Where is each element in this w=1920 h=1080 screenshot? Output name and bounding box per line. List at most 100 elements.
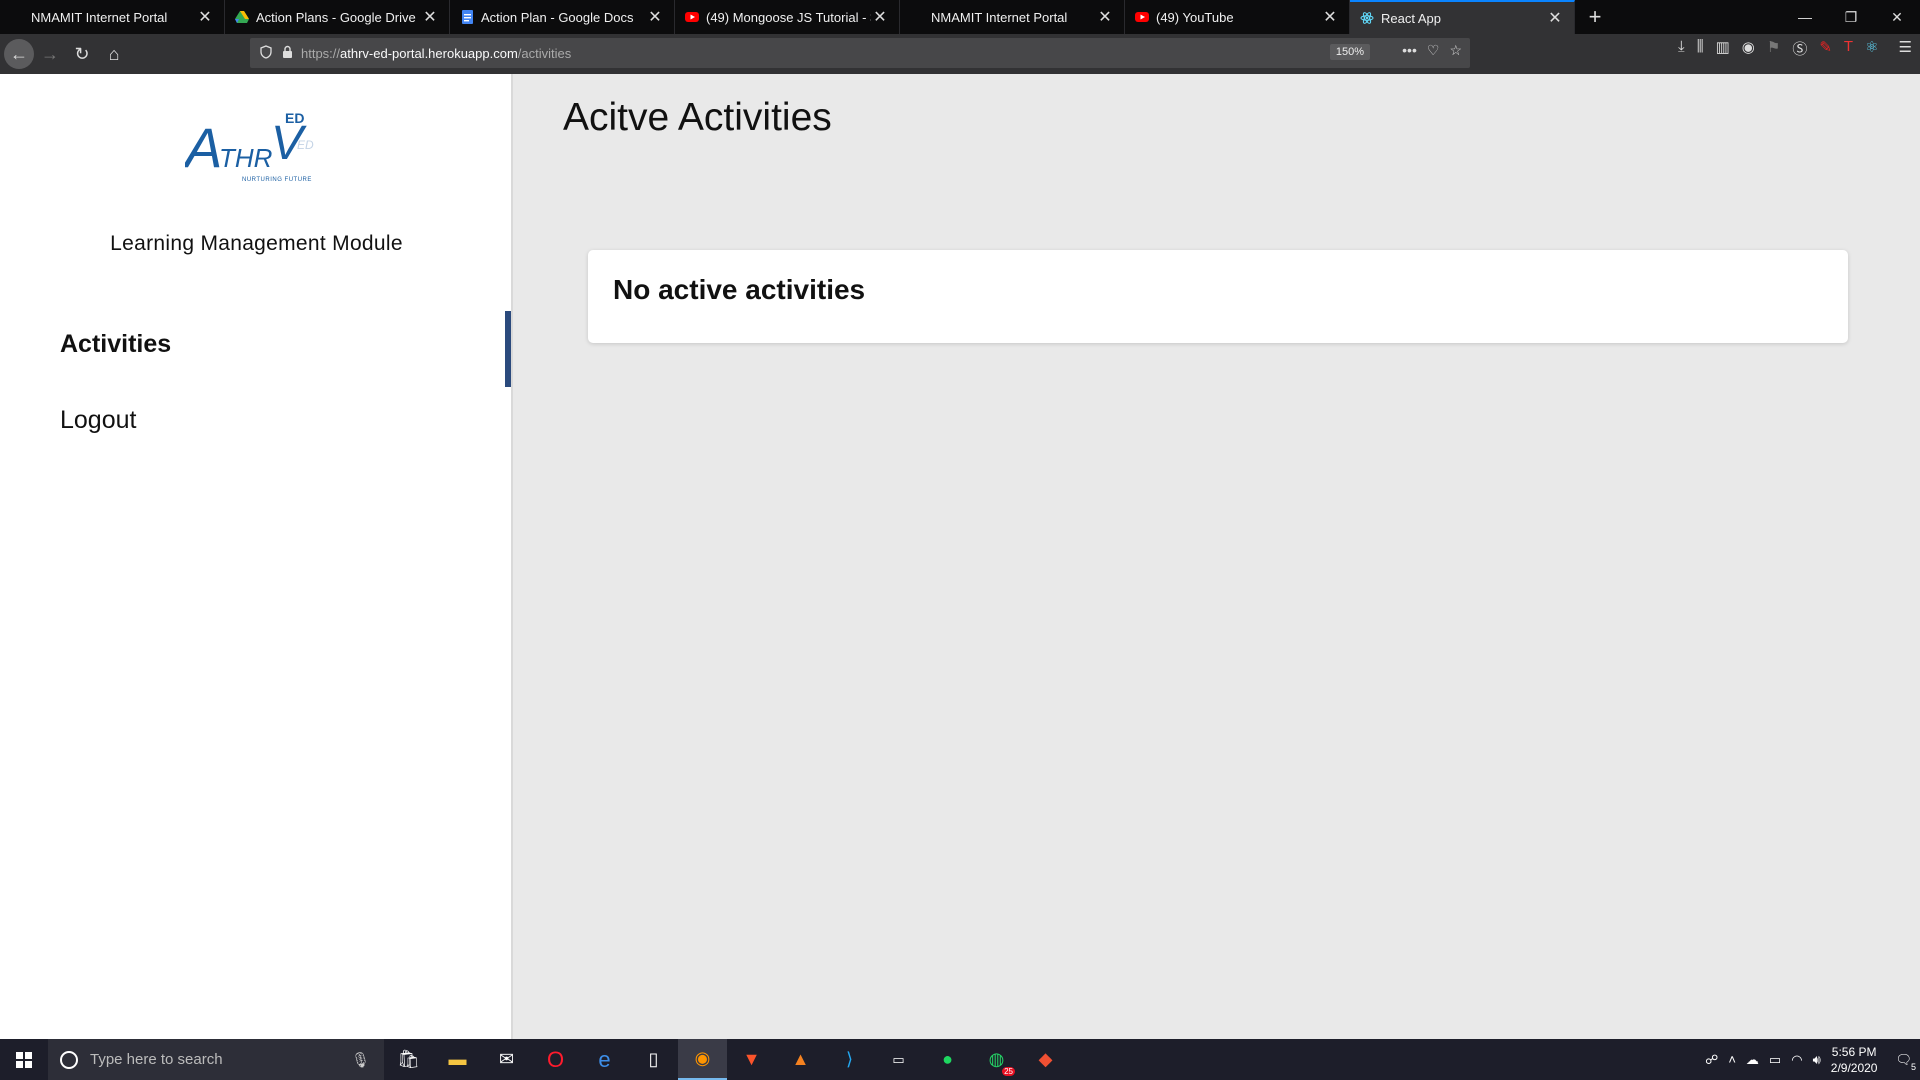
clock-time: 5:56 PM <box>1831 1044 1877 1059</box>
spotify-icon[interactable]: ● <box>923 1039 972 1080</box>
google-docs-icon <box>460 10 474 24</box>
empty-state-message: No active activities <box>613 274 866 305</box>
browser-tab[interactable]: NMAMIT Internet Portal ✕ <box>900 0 1125 34</box>
shield-icon[interactable] <box>260 44 272 62</box>
close-window-icon[interactable]: ✕ <box>1874 0 1920 34</box>
close-tab-icon[interactable]: ✕ <box>646 7 664 27</box>
terminal-icon[interactable]: ▭ <box>874 1039 923 1080</box>
active-nav-indicator <box>505 311 511 387</box>
url-path: /activities <box>517 45 572 61</box>
onedrive-icon[interactable]: ☁ <box>1746 1052 1759 1068</box>
react-devtools-icon[interactable]: ⚛ <box>1865 38 1878 59</box>
svg-text:A: A <box>185 116 222 179</box>
youtube-icon <box>1135 10 1149 24</box>
back-button[interactable]: ← <box>4 39 34 69</box>
store-icon[interactable]: 🛍︎ <box>384 1039 433 1080</box>
action-center-icon[interactable]: 🗨︎ 5 <box>1895 1052 1916 1072</box>
wifi-icon[interactable]: ◠ <box>1791 1052 1802 1068</box>
svg-text:ED: ED <box>297 138 314 152</box>
windows-taskbar: Type here to search 🎙︎ 🛍︎ ▬ ✉ O e ▯ ◉ ▼ … <box>0 1039 1920 1080</box>
browser-toolbar: ← → ↻ ⌂ https://athrv-ed-portal.herokuap… <box>0 34 1920 74</box>
close-tab-icon[interactable]: ✕ <box>1096 7 1114 27</box>
microphone-icon[interactable]: 🎙︎ <box>351 1051 370 1069</box>
library-icon[interactable]: ⫼ <box>1697 38 1704 59</box>
react-icon <box>1360 11 1374 25</box>
restore-icon[interactable]: ❐ <box>1828 0 1874 34</box>
downloads-icon[interactable]: ⤓ <box>1678 38 1685 59</box>
windows-start-button[interactable] <box>0 1039 48 1080</box>
taskbar-search-box[interactable]: Type here to search 🎙︎ <box>48 1039 384 1080</box>
page-actions-icon[interactable]: ••• <box>1402 42 1417 59</box>
system-tray: ☍ ˄ ☁ ▭ ◠ 🔊︎ 5:56 PM 2/9/2020 🗨︎ 5 <box>1705 1039 1920 1080</box>
show-hidden-icons[interactable]: ˄ <box>1728 1052 1736 1067</box>
extension-icon[interactable]: T <box>1844 38 1853 59</box>
address-bar[interactable]: https://athrv-ed-portal.herokuapp.com/ac… <box>250 38 1470 68</box>
toolbar-extensions: ⤓ ⫼ ▥ ◉ ⚑ Ⓢ ✎ T ⚛ ☰ <box>1678 38 1912 59</box>
pocket-icon[interactable]: ♡ <box>1427 42 1440 59</box>
sidebar: A THR V ED ED NURTURING FUTURE Learning … <box>0 74 513 1039</box>
windows-logo-icon <box>16 1051 32 1068</box>
browser-tab[interactable]: Action Plans - Google Drive ✕ <box>225 0 450 34</box>
whatsapp-icon[interactable]: ◍ 25 <box>972 1039 1021 1080</box>
svg-text:THR: THR <box>219 143 272 173</box>
people-icon[interactable]: ☍ <box>1705 1052 1718 1068</box>
taskbar-apps: 🛍︎ ▬ ✉ O e ▯ ◉ ▼ ▲ ⟩ ▭ ● ◍ 25 ◆ <box>384 1039 1070 1080</box>
close-tab-icon[interactable]: ✕ <box>1546 8 1564 28</box>
sidebar-item-logout[interactable]: Logout <box>60 406 136 435</box>
reload-button[interactable]: ↻ <box>66 38 98 70</box>
browser-tab[interactable]: Action Plan - Google Docs ✕ <box>450 0 675 34</box>
file-icon[interactable]: ▯ <box>629 1039 678 1080</box>
url-host: athrv-ed-portal.herokuapp.com <box>340 45 518 61</box>
minimize-icon[interactable]: — <box>1782 0 1828 34</box>
menu-icon[interactable]: ☰ <box>1899 38 1912 59</box>
edge-icon[interactable]: e <box>580 1039 629 1080</box>
lock-icon[interactable] <box>282 45 293 61</box>
search-placeholder: Type here to search <box>90 1051 223 1068</box>
athrv-logo: A THR V ED ED NURTURING FUTURE <box>182 109 325 189</box>
sidebar-icon[interactable]: ▥ <box>1716 38 1730 59</box>
battery-icon[interactable]: ▭ <box>1769 1052 1781 1068</box>
opera-icon[interactable]: O <box>531 1039 580 1080</box>
extension-icon[interactable]: Ⓢ <box>1792 38 1807 59</box>
file-explorer-icon[interactable]: ▬ <box>433 1039 482 1080</box>
page-title: Acitve Activities <box>563 96 832 139</box>
youtube-icon <box>685 10 699 24</box>
close-tab-icon[interactable]: ✕ <box>196 7 214 27</box>
extension-icon[interactable]: ⚑ <box>1767 38 1780 59</box>
cortana-icon <box>60 1050 78 1069</box>
sidebar-item-activities[interactable]: Activities <box>60 330 171 359</box>
firefox-icon[interactable]: ◉ <box>678 1039 727 1080</box>
forward-button[interactable]: → <box>34 38 66 70</box>
browser-tab-strip: NMAMIT Internet Portal ✕ Action Plans - … <box>0 0 1920 34</box>
close-tab-icon[interactable]: ✕ <box>421 7 439 27</box>
vscode-icon[interactable]: ⟩ <box>825 1039 874 1080</box>
account-icon[interactable]: ◉ <box>1742 38 1755 59</box>
whatsapp-badge: 25 <box>1002 1067 1015 1076</box>
clock-date: 2/9/2020 <box>1830 1060 1878 1075</box>
browser-tab[interactable]: (49) YouTube ✕ <box>1125 0 1350 34</box>
main-content: Acitve Activities No active activities <box>515 74 1920 1039</box>
bookmark-star-icon[interactable]: ☆ <box>1449 42 1462 59</box>
browser-tab-active[interactable]: React App ✕ <box>1350 0 1575 34</box>
extension-icon[interactable]: ✎ <box>1819 38 1832 59</box>
url-scheme: https:// <box>301 45 341 61</box>
browser-tab[interactable]: NMAMIT Internet Portal ✕ <box>0 0 225 34</box>
activities-card: No active activities <box>588 250 1848 343</box>
home-button[interactable]: ⌂ <box>98 38 130 70</box>
svg-text:NURTURING FUTURE: NURTURING FUTURE <box>242 177 312 183</box>
close-tab-icon[interactable]: ✕ <box>1321 7 1339 27</box>
close-tab-icon[interactable]: ✕ <box>871 7 889 27</box>
notification-count: 5 <box>1910 1061 1916 1072</box>
browser-tab[interactable]: (49) Mongoose JS Tutorial - 3 - ✕ <box>675 0 900 34</box>
zoom-level[interactable]: 150% <box>1329 44 1370 60</box>
brave-icon[interactable]: ▼ <box>727 1039 776 1080</box>
git-icon[interactable]: ◆ <box>1021 1039 1070 1080</box>
mail-icon[interactable]: ✉ <box>482 1039 531 1080</box>
vlc-icon[interactable]: ▲ <box>776 1039 825 1080</box>
volume-icon[interactable]: 🔊︎ <box>1813 1052 1821 1068</box>
google-drive-icon <box>235 10 249 24</box>
new-tab-button[interactable]: + <box>1575 0 1615 34</box>
window-controls: — ❐ ✕ <box>1782 0 1920 34</box>
portal-icon <box>910 10 924 24</box>
clock[interactable]: 5:56 PM 2/9/2020 <box>1831 1044 1878 1076</box>
